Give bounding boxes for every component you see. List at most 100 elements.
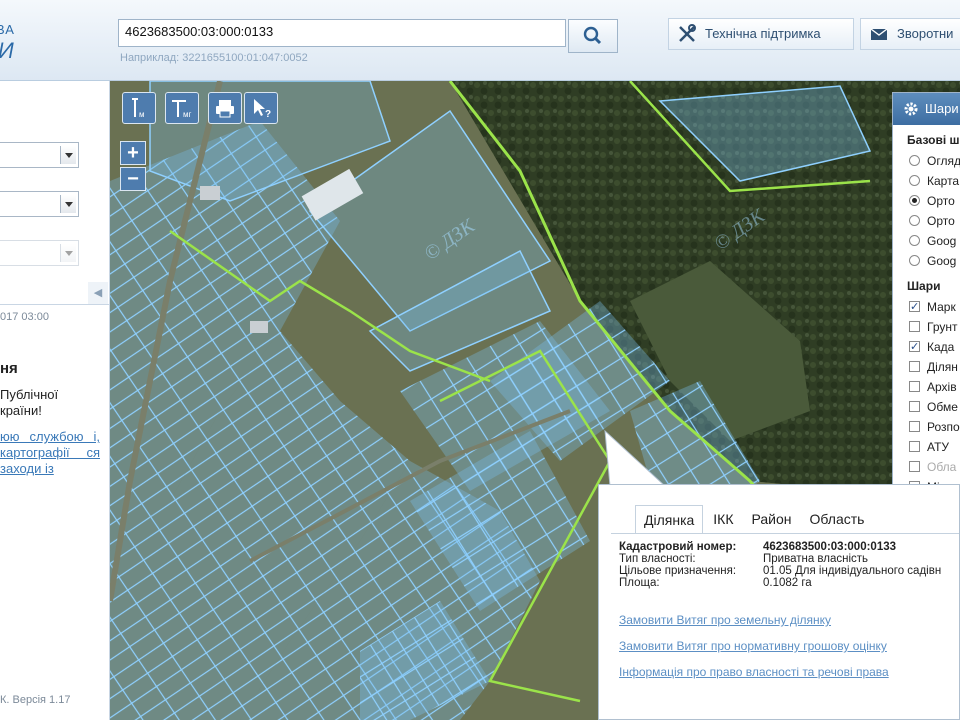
overlay-layer-item[interactable]: Грунт (893, 317, 960, 337)
base-layer-label: Goog (927, 234, 957, 248)
overlay-layer-item[interactable]: Обла (893, 457, 960, 477)
zoom-in-button[interactable]: + (120, 141, 146, 165)
base-layer-label: Карта (927, 174, 960, 188)
radio-button[interactable] (909, 195, 920, 206)
info-row: Площа: 0.1082 га (619, 577, 941, 589)
checkbox[interactable] (909, 461, 920, 472)
order-valuation-extract-link[interactable]: Замовити Витяг про нормативну грошову оц… (619, 639, 887, 653)
news-date: 017 03:00 (0, 311, 49, 323)
council-select[interactable] (0, 240, 79, 266)
news-text: Публічної країни! (0, 387, 59, 418)
overlay-layer-label: АТУ (927, 440, 950, 454)
radio-button[interactable] (909, 175, 920, 186)
region-select[interactable] (0, 142, 79, 168)
measure-area-button[interactable]: мг (165, 92, 199, 124)
radio-button[interactable] (909, 255, 920, 266)
info-row: Кадастровий номер: 4623683500:03:000:0133 (619, 541, 941, 553)
order-extract-link[interactable]: Замовити Витяг про земельну ділянку (619, 613, 831, 627)
checkbox[interactable] (909, 401, 920, 412)
svg-text:м: м (139, 110, 145, 119)
svg-text:мг: мг (183, 110, 192, 119)
overlay-layer-item[interactable]: АТУ (893, 437, 960, 457)
header: ВА И 4623683500:03:000:0133 Наприклад: 3… (0, 0, 960, 81)
radio-button[interactable] (909, 155, 920, 166)
info-key: Цільове призначення: (619, 565, 737, 577)
info-value: 0.1082 га (763, 577, 812, 589)
overlay-layer-item[interactable]: Марк (893, 297, 960, 317)
search-hint: Наприклад: 3221655100:01:047:0052 (120, 52, 308, 64)
base-layers-title: Базові ш (907, 133, 960, 147)
search-button[interactable] (568, 19, 618, 53)
print-button[interactable] (208, 92, 242, 124)
checkbox[interactable] (909, 321, 920, 332)
map-view[interactable]: © ДЗК © ДЗК м мг ? + − Шари Базові ш Огл… (110, 81, 960, 720)
feedback-button[interactable]: Зворотни (860, 18, 960, 50)
base-layer-item[interactable]: Орто (893, 211, 960, 231)
overlay-layer-item[interactable]: Ділян (893, 357, 960, 377)
logo-text-top: ВА (0, 22, 15, 37)
info-key: Тип власності: (619, 553, 696, 565)
checkbox[interactable] (909, 337, 920, 357)
base-layer-item[interactable]: Goog (893, 251, 960, 271)
base-layer-item[interactable]: Goog (893, 231, 960, 251)
overlay-layers-title: Шари (907, 279, 941, 293)
ownership-info-link[interactable]: Інформація про право власності та речові… (619, 665, 889, 679)
checkbox[interactable] (909, 361, 920, 372)
zoom-out-button[interactable]: − (120, 167, 146, 191)
checkbox[interactable] (909, 297, 920, 317)
news-link[interactable]: юю службою і, картографії ся заходи із (0, 429, 100, 477)
base-layer-label: Орто (927, 194, 955, 208)
base-layer-label: Goog (927, 254, 957, 268)
measure-length-button[interactable]: м (122, 92, 156, 124)
pointer-help-icon: ? (254, 99, 271, 120)
overlay-layer-label: Марк (927, 300, 956, 314)
overlay-layer-label: Архів (927, 380, 957, 394)
divider (611, 533, 959, 534)
collapse-panel-button[interactable]: ◀ (88, 282, 108, 304)
overlay-layer-label: Када (927, 340, 955, 354)
overlay-layer-item[interactable]: Архів (893, 377, 960, 397)
tools-icon (679, 24, 696, 42)
chevron-down-icon (60, 244, 76, 262)
overlay-layer-label: Грунт (927, 320, 958, 334)
info-value: 01.05 Для індивідуального садівн (763, 565, 942, 577)
radio-button[interactable] (909, 215, 920, 226)
printer-icon (216, 100, 234, 118)
tab-3[interactable]: Область (802, 505, 873, 533)
checkbox[interactable] (909, 421, 920, 432)
tab-0[interactable]: Ділянка (635, 505, 704, 533)
layers-panel-header[interactable]: Шари (893, 93, 960, 125)
info-key: Кадастровий номер: (619, 541, 737, 553)
overlay-layer-item[interactable]: Када (893, 337, 960, 357)
info-value: Приватна власність (763, 553, 869, 565)
overlay-layer-item[interactable]: Обме (893, 397, 960, 417)
checkbox[interactable] (909, 381, 920, 392)
area-measure-icon: мг (172, 100, 192, 119)
base-layer-item[interactable]: Орто (893, 191, 960, 211)
overlay-layer-label: Ділян (927, 360, 958, 374)
info-row: Цільове призначення: 01.05 Для індивідуал… (619, 565, 941, 577)
cadastral-search-input[interactable]: 4623683500:03:000:0133 (118, 19, 566, 47)
info-value: 4623683500:03:000:0133 (763, 541, 897, 553)
base-layer-label: Орто (927, 214, 955, 228)
base-layer-item[interactable]: Карта (893, 171, 960, 191)
tab-1[interactable]: ІКК (705, 505, 741, 533)
parcel-info-popup: Ділянка ІКК Район Область Кадастровий номер… (598, 484, 960, 720)
news-title: ня (0, 360, 18, 377)
overlay-layer-label: Розпо (927, 420, 960, 434)
tab-2[interactable]: Район (744, 505, 800, 533)
layers-panel-title: Шари (925, 101, 959, 116)
base-layer-item[interactable]: Огляд (893, 151, 960, 171)
left-panel: ◀ 017 03:00 ня Публічної країни! юю служ… (0, 81, 110, 720)
identify-button[interactable]: ? (244, 92, 278, 124)
district-select[interactable] (0, 191, 79, 217)
chevron-down-icon (60, 146, 76, 164)
gear-icon (904, 102, 918, 116)
feedback-label: Зворотни (897, 26, 954, 41)
checkbox[interactable] (909, 441, 920, 452)
overlay-layer-item[interactable]: Розпо (893, 417, 960, 437)
tech-support-button[interactable]: Технічна підтримка (668, 18, 854, 50)
radio-button[interactable] (909, 235, 920, 246)
version-label: К. Версія 1.17 (0, 694, 71, 706)
chevron-down-icon (60, 195, 76, 213)
